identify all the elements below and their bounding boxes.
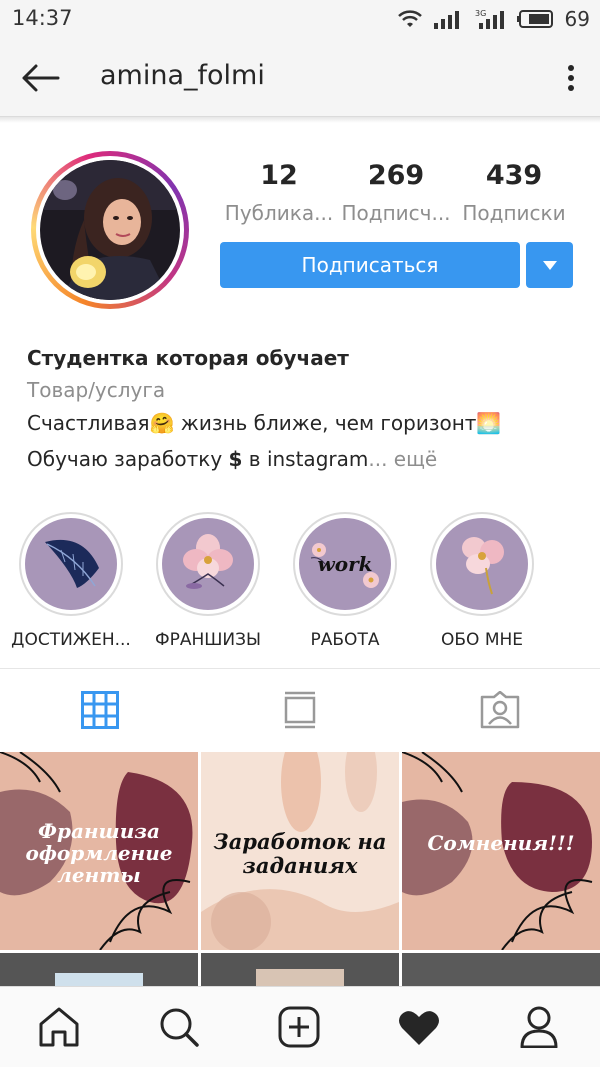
- tab-tagged[interactable]: [400, 680, 600, 740]
- highlight-work[interactable]: work РАБОТА: [275, 512, 415, 650]
- stat-following-count: 439: [485, 160, 543, 191]
- bio-full-name: Студентка которая обучает: [27, 346, 349, 370]
- nav-profile[interactable]: [509, 1001, 569, 1053]
- back-button[interactable]: [18, 58, 62, 98]
- chevron-down-icon: [542, 260, 557, 270]
- status-icons: 3G 69: [397, 7, 590, 31]
- add-post-icon: [278, 1006, 320, 1048]
- profile-header-bar: amina_folmi: [0, 38, 600, 117]
- highlight-label: ОБО МНЕ: [440, 630, 524, 650]
- nav-activity[interactable]: [389, 1001, 449, 1053]
- flower-icon: [162, 518, 254, 610]
- highlight-about-me[interactable]: ОБО МНЕ: [412, 512, 552, 650]
- status-time: 14:37: [12, 6, 73, 30]
- avatar-story-ring[interactable]: [31, 151, 189, 309]
- status-bar: 14:37 3G 69: [0, 0, 600, 38]
- post-5[interactable]: [201, 953, 399, 986]
- work-icon: work: [299, 518, 391, 610]
- home-icon: [39, 1007, 79, 1047]
- stat-followers-count: 269: [367, 160, 425, 191]
- post-1-caption: Франшиза оформление ленты: [25, 819, 173, 887]
- bio-line-2-prefix: Обучаю заработку: [27, 447, 229, 471]
- bottom-navigation: [0, 986, 600, 1067]
- stat-followers-label: Подписч...: [341, 201, 451, 225]
- stat-posts-count: 12: [260, 160, 298, 191]
- highlight-label: ФРАНШИЗЫ: [154, 630, 262, 650]
- battery-icon: [516, 10, 553, 28]
- post-1[interactable]: Франшиза оформление ленты: [0, 752, 198, 950]
- stat-following[interactable]: 439 Подписки: [454, 160, 574, 225]
- profile-username: amina_folmi: [100, 60, 265, 91]
- avatar: [40, 160, 180, 300]
- nav-home[interactable]: [29, 1001, 89, 1053]
- heart-icon: [399, 1011, 439, 1045]
- svg-text:3G: 3G: [475, 9, 486, 18]
- feed-icon: [284, 691, 316, 729]
- post-4[interactable]: [0, 953, 198, 986]
- leaf-icon: [25, 518, 117, 610]
- highlight-franchises[interactable]: ФРАНШИЗЫ: [138, 512, 278, 650]
- post-2[interactable]: Заработок на заданиях: [201, 752, 399, 950]
- post-6[interactable]: [402, 953, 600, 986]
- battery-level: 69: [564, 7, 590, 31]
- more-vertical-icon: [568, 65, 574, 91]
- stat-posts-label: Публика...: [224, 201, 334, 225]
- bio-more-link[interactable]: ... ещё: [368, 447, 437, 471]
- flower-icon: [436, 518, 528, 610]
- arrow-left-icon: [22, 64, 60, 92]
- header-shadow: [0, 117, 600, 123]
- nav-new-post[interactable]: [269, 1001, 329, 1053]
- post-3[interactable]: Сомнения!!!: [402, 752, 600, 950]
- bio-line-1: Счастливая🤗 жизнь ближе, чем горизонт🌅: [27, 411, 502, 435]
- grid-icon: [81, 691, 119, 729]
- wifi-icon: [397, 10, 422, 27]
- highlight-label: РАБОТА: [310, 630, 380, 650]
- suggestions-dropdown-button[interactable]: [526, 242, 573, 288]
- search-icon: [160, 1008, 199, 1047]
- highlight-work-text: work: [317, 552, 373, 576]
- bio-line-2: Обучаю заработку $ в instagram... ещё: [27, 444, 587, 474]
- stat-posts[interactable]: 12 Публика...: [219, 160, 339, 225]
- signal-3g-icon: 3G: [475, 9, 504, 29]
- nav-search[interactable]: [149, 1001, 209, 1053]
- stat-followers[interactable]: 269 Подписч...: [336, 160, 456, 225]
- bio-dollar-sign: $: [228, 447, 243, 471]
- highlight-label: ДОСТИЖЕН...: [11, 630, 131, 650]
- bio-category: Товар/услуга: [27, 378, 166, 402]
- follow-button[interactable]: Подписаться: [220, 242, 520, 288]
- bio-line-2-suffix: в instagram: [242, 447, 369, 471]
- profile-icon: [520, 1006, 558, 1048]
- more-options-button[interactable]: [556, 56, 586, 100]
- tab-feed[interactable]: [200, 680, 400, 740]
- stat-following-label: Подписки: [462, 201, 566, 225]
- profile-bio: Студентка которая обучает Товар/услуга С…: [27, 346, 587, 474]
- post-2-caption: Заработок на заданиях: [213, 829, 387, 878]
- tagged-icon: [480, 691, 520, 729]
- post-3-caption: Сомнения!!!: [427, 831, 575, 855]
- tab-grid[interactable]: [0, 680, 200, 740]
- highlight-achievements[interactable]: ДОСТИЖЕН...: [1, 512, 141, 650]
- tabs-divider: [0, 668, 600, 669]
- signal-icon: [433, 11, 459, 29]
